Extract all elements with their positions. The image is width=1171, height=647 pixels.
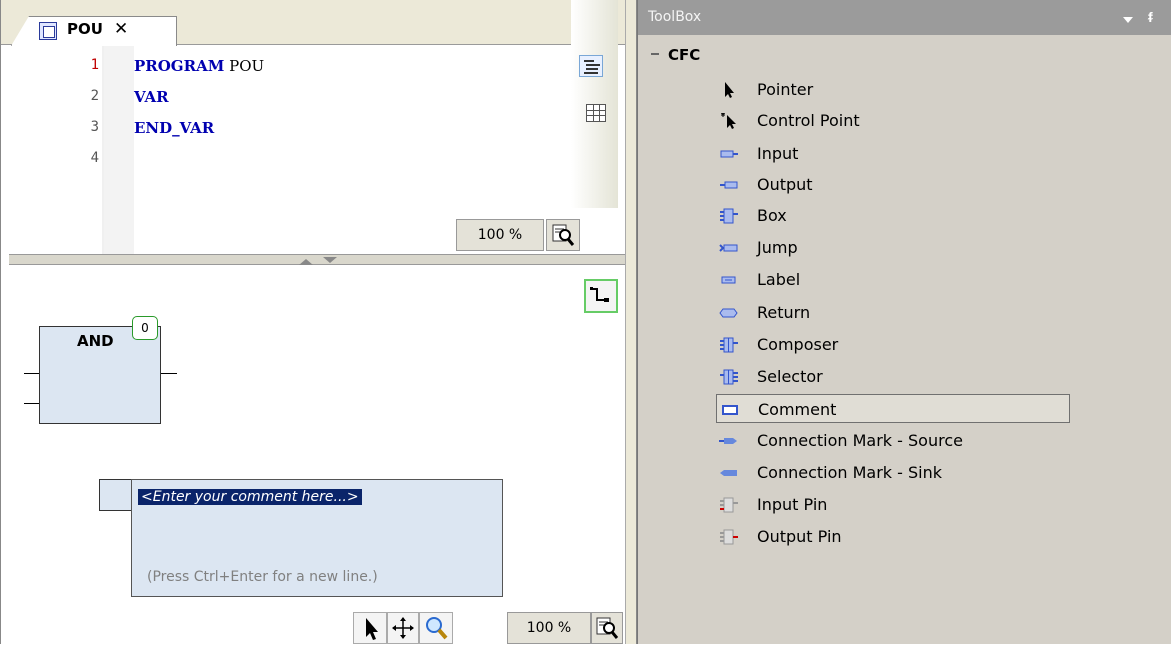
toolbox-item-pointer[interactable]: Pointer [716,75,1070,104]
toolbox-item-output[interactable]: Output [716,170,1070,199]
toolbox-item-input-pin[interactable]: Input Pin [716,490,1070,519]
code-line: PROGRAM POU [134,57,264,75]
code-line: VAR [134,88,169,106]
selector-icon [720,369,738,385]
zoom-magnifier-icon[interactable] [591,612,623,644]
zoom-level-declaration[interactable]: 100 % [456,219,544,251]
toolbox-item-connection-mark-sink[interactable]: Connection Mark - Sink [716,458,1070,487]
tabular-view-button[interactable] [586,104,606,122]
box-icon [720,208,738,224]
pointer-icon [725,82,734,98]
toolbox-pin-icon[interactable]: ᵮ [1148,9,1153,26]
toolbox-item-selector[interactable]: Selector [716,362,1070,391]
pointer-tool-button[interactable] [353,612,387,644]
zoom-tool-button[interactable] [419,612,453,644]
window-divider[interactable] [625,0,637,644]
toolbox-item-label: Output Pin [757,527,842,546]
pane-splitter[interactable] [9,254,626,265]
jump-icon [719,244,738,252]
toolbox-item-label: Comment [758,400,837,419]
toolbox-item-label: Input Pin [757,495,828,514]
line-number: 1 [90,57,99,73]
line-number: 4 [90,150,99,166]
toolbox-item-jump[interactable]: Jump [716,233,1070,262]
input-pin-icon [720,497,738,513]
toolbox-item-label: Label [757,270,801,289]
code-keyword: VAR [134,88,169,106]
toolbox-item-output-pin[interactable]: Output Pin [716,522,1070,551]
pou-editor-window: POU ✕ 1 2 3 4 PROGRAM POU VAR END_VAR 10… [0,0,626,644]
toolbox-item-label: Composer [757,335,839,354]
composer-icon [720,337,738,353]
toolbox-item-label: Output [757,175,813,194]
pou-document-icon [39,22,57,40]
pan-tool-button[interactable] [387,612,419,644]
folding-bar [104,46,134,254]
toolbox-item-label: Control Point [757,111,860,130]
execution-order-badge: 0 [132,316,158,340]
connection-mark-sink-icon [720,470,737,476]
toolbox-item-label: Input [757,144,799,163]
toolbox-item-label: Selector [757,367,823,386]
code-keyword: END_VAR [134,119,215,137]
zoom-level-cfc[interactable]: 100 % [507,612,591,644]
toolbox-item-comment[interactable]: Comment [716,394,1070,423]
comment-icon [722,405,738,415]
execution-order-button[interactable] [584,279,618,313]
splitter-down-arrow-icon[interactable] [323,257,337,263]
output-icon [720,181,738,189]
line-number: 2 [90,88,99,104]
toolbox-item-composer[interactable]: Composer [716,330,1070,359]
toolbox-item-connection-mark-source[interactable]: Connection Mark - Source [716,426,1070,455]
toolbox-item-label: Pointer [757,80,814,99]
toolbox-menu-dropdown-icon[interactable] [1123,17,1133,23]
code-line: END_VAR [134,119,214,137]
tab-pou-label: POU [67,20,103,38]
connection-mark-source-icon [719,438,737,444]
toolbox-item-label: Box [757,206,787,225]
comment-hint-text: (Press Ctrl+Enter for a new line.) [147,569,378,585]
and-input-pin-1[interactable] [24,373,39,374]
toolbox-item-label: Jump [757,238,798,257]
toolbox-panel: ToolBox ᵮ CFC Pointer Control Point Inpu… [637,0,1171,644]
label-icon [721,276,736,284]
toolbox-item-label: Connection Mark - Sink [757,463,943,482]
code-text: POU [224,57,265,75]
comment-text-input[interactable]: <Enter your comment here...> [138,489,362,505]
and-output-pin[interactable] [161,373,177,374]
textual-view-button[interactable] [579,55,603,77]
output-pin-icon [720,529,738,545]
line-number: 3 [90,119,99,135]
return-icon [719,308,738,318]
splitter-up-arrow-icon[interactable] [299,259,313,265]
toolbox-item-label: Connection Mark - Source [757,431,963,450]
comment-handle[interactable] [99,479,132,511]
and-input-pin-2[interactable] [24,403,39,404]
and-block-label: AND [77,332,114,350]
tab-close-icon[interactable]: ✕ [114,19,128,39]
toolbox-category-cfc[interactable]: CFC [668,46,700,64]
toolbox-item-label-element[interactable]: Label [716,265,1070,294]
toolbox-title: ToolBox [648,9,702,25]
toolbox-item-box[interactable]: Box [716,201,1070,230]
toolbox-title-bar [638,0,1171,35]
toolbox-item-control-point[interactable]: Control Point [716,106,1070,135]
control-point-icon [721,113,736,129]
toolbox-item-input[interactable]: Input [716,139,1070,168]
toolbox-item-return[interactable]: Return [716,298,1070,327]
category-collapse-icon[interactable] [650,49,660,59]
code-keyword: PROGRAM [134,57,225,75]
input-icon [720,150,738,158]
toolbox-item-label: Return [757,303,811,322]
zoom-magnifier-icon[interactable] [546,219,580,251]
